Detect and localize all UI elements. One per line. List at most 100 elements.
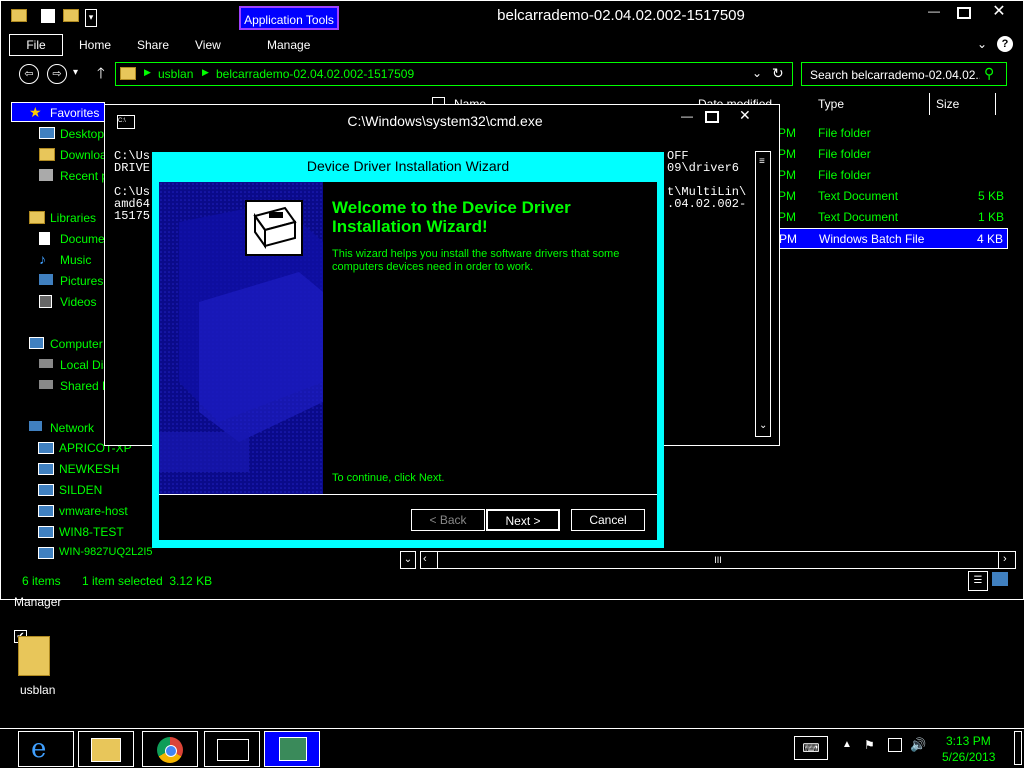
file-row-selected[interactable]: PM Windows Batch File 4 KB: [778, 228, 1008, 249]
details-view-icon[interactable]: ☰: [968, 571, 988, 591]
file-row[interactable]: PM File folder: [778, 144, 1008, 165]
network-item[interactable]: NEWKESH: [59, 462, 120, 476]
customize-qat-icon[interactable]: ▾: [85, 9, 97, 27]
cmd-scroll-thumb[interactable]: ≡: [759, 156, 765, 167]
computer-icon: [29, 337, 44, 349]
cmd-icon: C:\: [117, 115, 135, 129]
clock-date[interactable]: 5/26/2013: [942, 750, 995, 764]
wizard-divider: [159, 494, 657, 495]
address-dropdown-icon[interactable]: ⌄: [752, 66, 762, 80]
refresh-icon[interactable]: ↻: [772, 65, 784, 82]
nav-shared[interactable]: Shared F: [60, 379, 109, 393]
nav-desktop[interactable]: Desktop: [60, 127, 104, 141]
close-button[interactable]: ✕: [981, 3, 1017, 23]
nav-favorites[interactable]: Favorites: [50, 106, 99, 120]
taskbar-cmd[interactable]: [204, 731, 260, 767]
up-icon[interactable]: 🡑: [97, 63, 105, 88]
app-tools-label[interactable]: Application Tools: [239, 6, 339, 30]
network-item[interactable]: vmware-host: [59, 504, 128, 518]
star-icon: ★: [29, 104, 42, 120]
file-type: Text Document: [818, 189, 899, 203]
file-row[interactable]: PM Text Document 1 KB: [778, 207, 1008, 228]
ribbon-expand-icon[interactable]: ⌄: [977, 37, 987, 51]
cmd-scroll-down-icon[interactable]: ⌄: [759, 420, 767, 431]
window-title: belcarrademo-02.04.02.002-1517509: [497, 7, 745, 24]
horizontal-scrollbar[interactable]: ‹ III ›: [420, 551, 1016, 569]
file-row[interactable]: PM Text Document 5 KB: [778, 186, 1008, 207]
column-type[interactable]: Type: [812, 93, 930, 115]
nav-recent[interactable]: Recent p: [60, 169, 108, 183]
nav-computer[interactable]: Computer: [50, 337, 103, 351]
folder-icon[interactable]: [11, 9, 27, 25]
search-box[interactable]: Search belcarrademo-02.04.02... ⚲: [801, 62, 1007, 86]
tab-manage[interactable]: Manage: [267, 38, 310, 52]
address-part-folder[interactable]: belcarrademo-02.04.02.002-1517509: [216, 67, 414, 81]
network-item[interactable]: WIN-9827UQ2L2I5: [59, 546, 153, 558]
taskbar-explorer[interactable]: [78, 731, 134, 767]
address-part-usblan[interactable]: usblan: [158, 67, 193, 81]
tab-home[interactable]: Home: [79, 38, 111, 52]
cmd-close-button[interactable]: ✕: [739, 107, 751, 124]
file-row[interactable]: PM File folder: [778, 123, 1008, 144]
help-icon[interactable]: ?: [997, 36, 1013, 52]
touch-keyboard-icon[interactable]: ⌨: [794, 736, 828, 760]
properties-icon[interactable]: [41, 9, 55, 23]
file-date: PM: [778, 210, 796, 224]
taskbar-chrome[interactable]: [142, 731, 198, 767]
cmd-vertical-scrollbar[interactable]: ≡ ⌄: [755, 151, 771, 437]
show-hidden-icons-icon[interactable]: ▲: [842, 739, 852, 750]
new-folder-icon[interactable]: [63, 9, 79, 25]
file-size: 5 KB: [977, 189, 1004, 203]
clock-time[interactable]: 3:13 PM: [946, 734, 991, 748]
cancel-button[interactable]: Cancel: [571, 509, 645, 531]
nav-local-disk[interactable]: Local Dis: [60, 358, 109, 372]
nav-pictures[interactable]: Pictures: [60, 274, 103, 288]
nav-videos[interactable]: Videos: [60, 295, 96, 309]
nav-scroll-down-icon[interactable]: ⌄: [400, 551, 416, 569]
nav-libraries[interactable]: Libraries: [50, 211, 96, 225]
scroll-right-icon[interactable]: ›: [1003, 553, 1007, 565]
network-computer-list: APRICOT-XP NEWKESH SILDEN vmware-host WI…: [0, 436, 160, 566]
scroll-left-icon[interactable]: ‹: [423, 553, 427, 565]
back-icon[interactable]: ⇦: [19, 64, 39, 84]
ie-icon: e: [31, 734, 47, 764]
next-button[interactable]: Next >: [486, 509, 560, 531]
file-type: Windows Batch File: [819, 232, 925, 246]
desktop-item-usblan[interactable]: ✔ usblan: [12, 630, 64, 700]
maximize-button[interactable]: [949, 3, 979, 23]
column-size[interactable]: Size: [930, 93, 996, 115]
tab-file[interactable]: File: [9, 34, 63, 56]
downloads-icon: [39, 148, 55, 161]
network-item[interactable]: WIN8-TEST: [59, 525, 124, 539]
action-center-icon[interactable]: ⚑: [864, 738, 875, 752]
back-button[interactable]: < Back: [411, 509, 485, 531]
search-input[interactable]: Search belcarrademo-02.04.02...: [810, 68, 980, 82]
installer-icon: [279, 737, 307, 761]
network-item[interactable]: SILDEN: [59, 483, 102, 497]
network-status-icon[interactable]: [888, 738, 902, 752]
wizard-heading: Welcome to the Device Driver Installatio…: [332, 198, 571, 236]
nav-network[interactable]: Network: [50, 421, 94, 435]
search-icon[interactable]: ⚲: [984, 65, 994, 82]
nav-documents[interactable]: Docume: [60, 232, 105, 246]
cmd-minimize-button[interactable]: —: [675, 109, 699, 123]
address-bar[interactable]: ▶ usblan ▶ belcarrademo-02.04.02.002-151…: [115, 62, 793, 86]
wizard-dialog[interactable]: Device Driver Installation Wizard Welcom…: [152, 152, 664, 548]
file-row[interactable]: PM File folder: [778, 165, 1008, 186]
large-icons-view-icon[interactable]: [992, 572, 1008, 586]
forward-icon[interactable]: ⇨: [47, 64, 67, 84]
taskbar-ie[interactable]: e: [18, 731, 74, 767]
scroll-thumb[interactable]: III: [437, 552, 999, 568]
nav-music[interactable]: Music: [60, 253, 91, 267]
nav-downloads[interactable]: Downloa: [60, 148, 107, 162]
show-desktop-button[interactable]: [1014, 731, 1022, 765]
taskbar-wizard[interactable]: [264, 731, 320, 767]
cmd-maximize-button[interactable]: [705, 111, 719, 123]
recent-locations-icon[interactable]: ▾: [73, 67, 78, 78]
wizard-title: Device Driver Installation Wizard: [306, 158, 510, 174]
volume-icon[interactable]: 🔊: [910, 737, 926, 753]
tab-view[interactable]: View: [195, 38, 221, 52]
tab-share[interactable]: Share: [137, 38, 169, 52]
desktop-icon: [39, 127, 55, 139]
minimize-button[interactable]: —: [919, 3, 949, 23]
